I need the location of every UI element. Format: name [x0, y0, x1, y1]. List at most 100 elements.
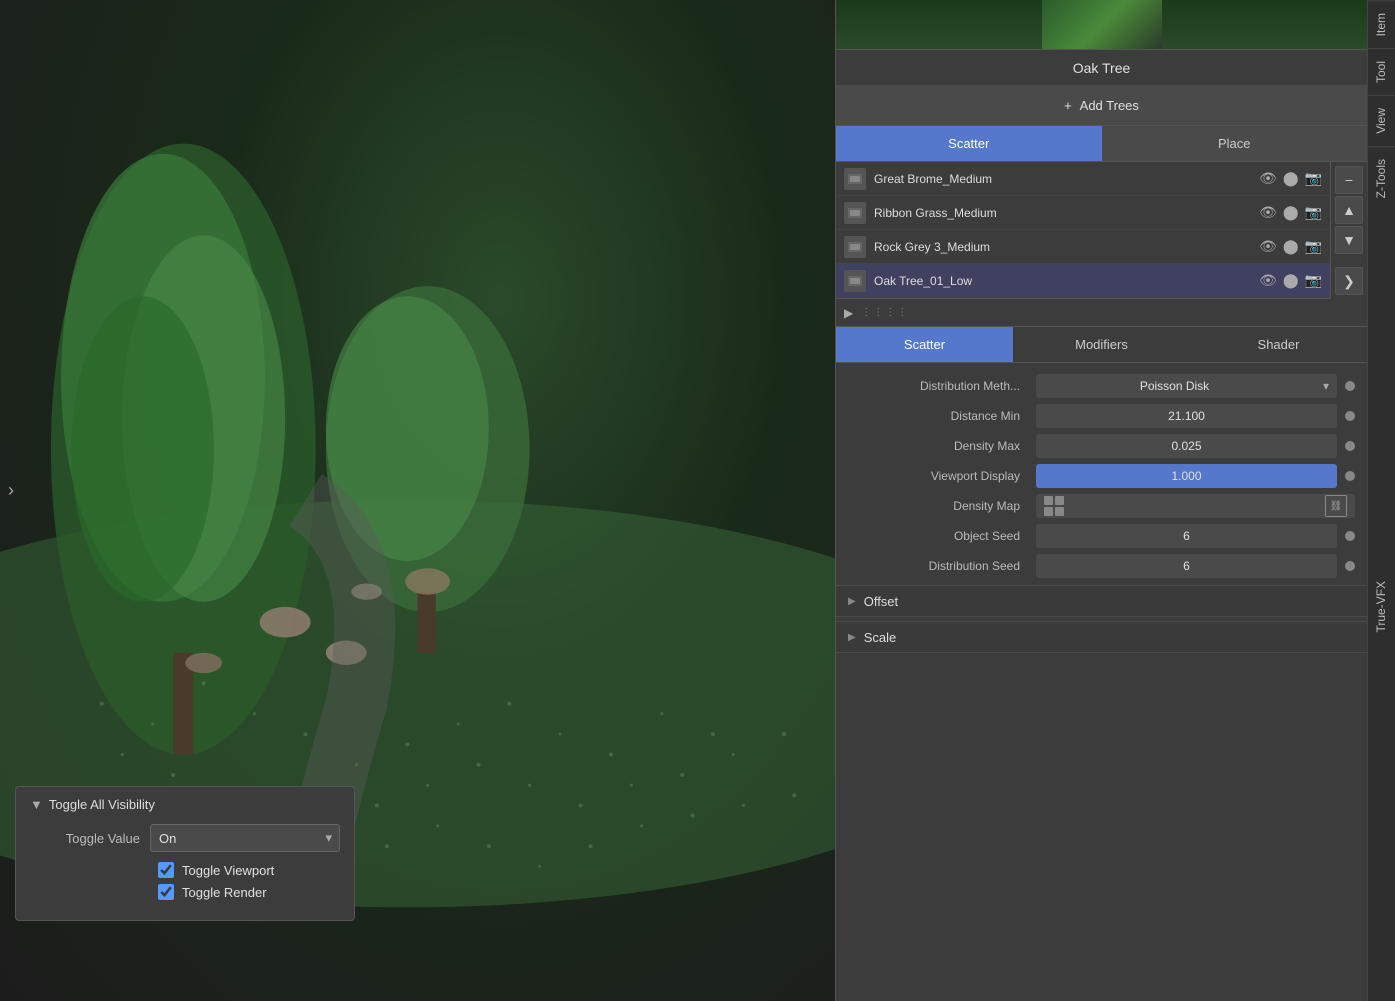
side-tab-item[interactable]: Item	[1368, 0, 1395, 48]
visibility-icon[interactable]: 👁	[1259, 170, 1277, 187]
toggle-viewport-label[interactable]: Toggle Viewport	[182, 863, 274, 878]
object-seed-label: Object Seed	[848, 529, 1028, 543]
prop-dot	[1345, 531, 1355, 541]
add-trees-label: Add Trees	[1080, 98, 1139, 113]
visibility-icon[interactable]: 👁	[1259, 238, 1277, 255]
density-max-row: Density Max 0.025	[836, 431, 1367, 461]
object-seed-row: Object Seed 6	[836, 521, 1367, 551]
prop-dot	[1345, 411, 1355, 421]
tab-shader[interactable]: Shader	[1190, 327, 1367, 362]
sms-tabs: Scatter Modifiers Shader	[836, 327, 1367, 363]
density-max-value[interactable]: 0.025	[1036, 434, 1337, 458]
scale-section[interactable]: ▶ Scale	[836, 621, 1367, 653]
plant-controls: 👁 ⬤ 📷	[1259, 238, 1322, 255]
prop-dot	[1345, 441, 1355, 451]
add-trees-button[interactable]: + Add Trees	[836, 86, 1367, 126]
tab-scatter[interactable]: Scatter	[836, 126, 1102, 161]
side-tab-true-vfx[interactable]: True-VFX	[1368, 211, 1395, 1001]
dropdown-arrow-icon: ▾	[1323, 379, 1329, 393]
plant-icon	[844, 236, 866, 258]
distance-min-value[interactable]: 21.100	[1036, 404, 1337, 428]
camera-icon[interactable]: 📷	[1305, 170, 1322, 187]
distance-min-label: Distance Min	[848, 409, 1028, 423]
camera-icon[interactable]: 📷	[1305, 238, 1322, 255]
tab-modifiers[interactable]: Modifiers	[1013, 327, 1190, 362]
toggle-value-select[interactable]: On Off	[150, 824, 340, 852]
list-action-buttons: − ▲ ▼ ❯	[1330, 162, 1367, 299]
add-trees-icon: +	[1064, 98, 1072, 113]
dot-icon[interactable]: ⬤	[1283, 204, 1299, 221]
plant-name: Ribbon Grass_Medium	[874, 206, 1251, 220]
side-tab-z-tools[interactable]: Z-Tools	[1368, 146, 1395, 210]
right-panel: Oak Tree + Add Trees Scatter Place	[835, 0, 1395, 1001]
properties-panel: Distribution Meth... Poisson Disk ▾ Dist…	[836, 363, 1367, 1001]
plant-icon	[844, 168, 866, 190]
dots-handle[interactable]: ⋮⋮⋮⋮	[861, 307, 909, 318]
plant-controls: 👁 ⬤ 📷	[1259, 204, 1322, 221]
grid-icon	[1044, 496, 1064, 516]
toggle-render-label[interactable]: Toggle Render	[182, 885, 267, 900]
side-tab-tool[interactable]: Tool	[1368, 48, 1395, 95]
remove-item-button[interactable]: −	[1335, 166, 1363, 194]
distance-min-row: Distance Min 21.100	[836, 401, 1367, 431]
camera-icon[interactable]: 📷	[1305, 204, 1322, 221]
side-tabs: Item Tool View Z-Tools True-VFX	[1367, 0, 1395, 1001]
play-bar: ▶ ⋮⋮⋮⋮	[836, 299, 1367, 327]
list-item[interactable]: Rock Grey 3_Medium 👁 ⬤ 📷	[836, 230, 1330, 264]
toggle-render-row: Toggle Render	[158, 884, 340, 900]
play-button[interactable]: ▶	[844, 306, 853, 320]
prop-dot	[1345, 561, 1355, 571]
move-up-button[interactable]: ▲	[1335, 196, 1363, 224]
prop-dot	[1345, 381, 1355, 391]
offset-expand-arrow: ▶	[848, 596, 856, 607]
distribution-seed-row: Distribution Seed 6	[836, 551, 1367, 581]
toggle-render-checkbox[interactable]	[158, 884, 174, 900]
plant-controls: 👁 ⬤ 📷	[1259, 272, 1322, 289]
toggle-all-visibility-panel: ▼ Toggle All Visibility Toggle Value On …	[15, 786, 355, 921]
plant-name: Rock Grey 3_Medium	[874, 240, 1251, 254]
plant-name: Oak Tree_01_Low	[874, 274, 1251, 288]
link-icon[interactable]: ⛓	[1325, 495, 1347, 517]
object-seed-value[interactable]: 6	[1036, 524, 1337, 548]
distribution-method-row: Distribution Meth... Poisson Disk ▾	[836, 371, 1367, 401]
list-item[interactable]: Ribbon Grass_Medium 👁 ⬤ 📷	[836, 196, 1330, 230]
prop-dot	[1345, 471, 1355, 481]
move-down-button[interactable]: ▼	[1335, 226, 1363, 254]
viewport-display-label: Viewport Display	[848, 469, 1028, 483]
tab-place[interactable]: Place	[1102, 126, 1368, 161]
plant-icon	[844, 202, 866, 224]
plant-icon	[844, 270, 866, 292]
toggle-panel-collapse-arrow[interactable]: ▼	[30, 797, 43, 812]
expand-button[interactable]: ❯	[1335, 267, 1363, 295]
offset-label: Offset	[864, 594, 898, 609]
scale-expand-arrow: ▶	[848, 632, 856, 643]
toggle-panel-title: Toggle All Visibility	[49, 797, 155, 812]
density-map-value[interactable]: ⛓	[1036, 494, 1355, 518]
plant-name: Great Brome_Medium	[874, 172, 1251, 186]
left-arrow-indicator[interactable]: ›	[8, 480, 14, 501]
side-tab-view[interactable]: View	[1368, 95, 1395, 146]
dot-icon[interactable]: ⬤	[1283, 272, 1299, 289]
list-item[interactable]: Oak Tree_01_Low 👁 ⬤ 📷	[836, 264, 1330, 298]
distribution-method-value[interactable]: Poisson Disk ▾	[1036, 374, 1337, 398]
plant-controls: 👁 ⬤ 📷	[1259, 170, 1322, 187]
dot-icon[interactable]: ⬤	[1283, 170, 1299, 187]
density-map-row: Density Map ⛓	[836, 491, 1367, 521]
visibility-icon[interactable]: 👁	[1259, 204, 1277, 221]
viewport-display-value[interactable]: 1.000	[1036, 464, 1337, 488]
camera-icon[interactable]: 📷	[1305, 272, 1322, 289]
toggle-viewport-checkbox[interactable]	[158, 862, 174, 878]
toggle-viewport-row: Toggle Viewport	[158, 862, 340, 878]
asset-preview-area	[836, 0, 1367, 50]
offset-section[interactable]: ▶ Offset	[836, 585, 1367, 617]
dot-icon[interactable]: ⬤	[1283, 238, 1299, 255]
tab-scatter-props[interactable]: Scatter	[836, 327, 1013, 362]
distribution-seed-value[interactable]: 6	[1036, 554, 1337, 578]
asset-preview-image	[1042, 0, 1162, 50]
density-map-label: Density Map	[848, 499, 1028, 513]
plant-list: Great Brome_Medium 👁 ⬤ 📷 Ribbon Grass_Me…	[836, 162, 1330, 299]
list-item[interactable]: Great Brome_Medium 👁 ⬤ 📷	[836, 162, 1330, 196]
visibility-icon[interactable]: 👁	[1259, 272, 1277, 289]
toggle-value-select-wrapper[interactable]: On Off	[150, 824, 340, 852]
scatter-place-tabs: Scatter Place	[836, 126, 1367, 162]
